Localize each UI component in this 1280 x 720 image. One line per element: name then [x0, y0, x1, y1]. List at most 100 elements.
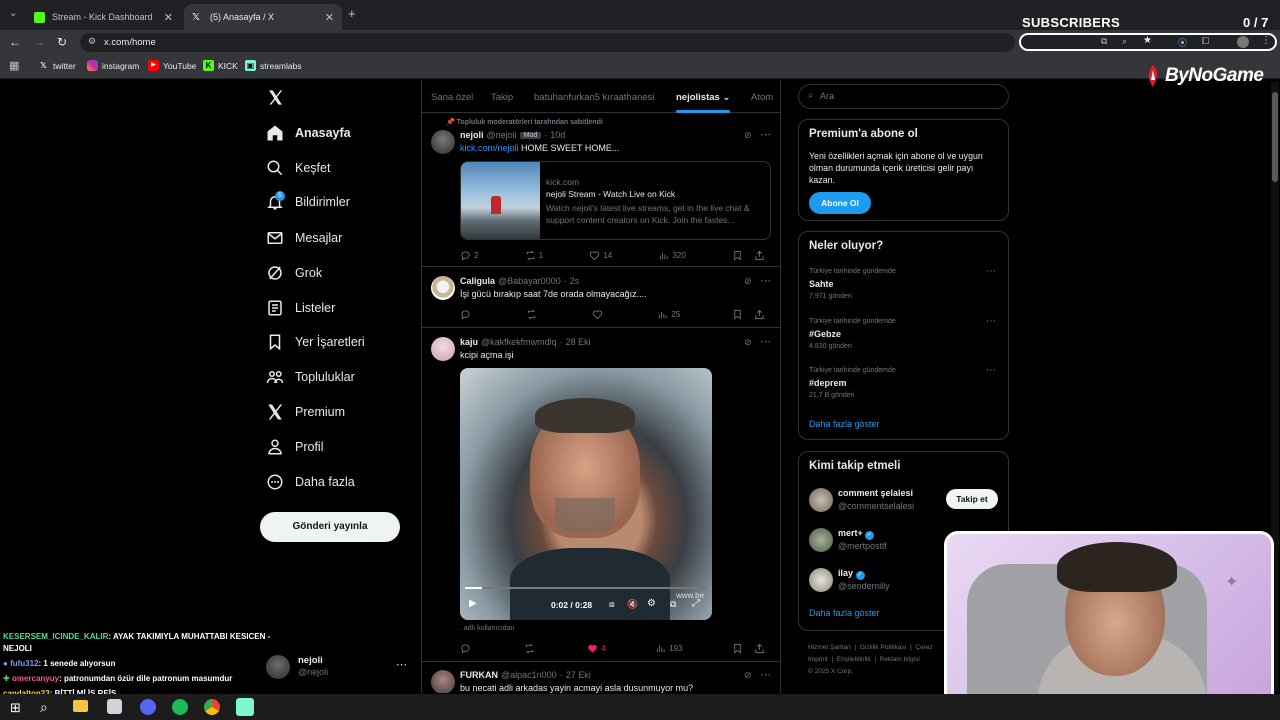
more-dots-icon[interactable]: ⋯: [986, 316, 996, 327]
app-icon[interactable]: [107, 699, 122, 714]
file-explorer-icon[interactable]: [73, 700, 88, 712]
more-dots-icon[interactable]: ⋯: [760, 128, 771, 141]
video-progress-track[interactable]: [465, 587, 707, 589]
avatar[interactable]: [431, 337, 455, 361]
sidebar-item-lists[interactable]: Listeler: [266, 299, 335, 317]
reply-button[interactable]: [460, 643, 474, 654]
share-icon[interactable]: [754, 250, 765, 261]
browser-tab-x[interactable]: 𝕏 (5) Anasayfa / X ✕: [184, 4, 342, 30]
search-input[interactable]: ⌕ Ara: [798, 84, 1009, 109]
follow-suggestion[interactable]: comment şelalesi @commentselalesi Takip …: [799, 484, 1008, 516]
reload-icon[interactable]: ↻: [57, 35, 67, 49]
show-more-link[interactable]: Daha fazla göster: [809, 419, 880, 429]
author-name[interactable]: Caligula: [460, 276, 495, 286]
volume-icon[interactable]: 🔇: [627, 599, 638, 610]
search-icon[interactable]: ⌕: [40, 699, 48, 716]
bookmark-twitter[interactable]: 𝕏twitter: [38, 60, 75, 71]
windows-start-icon[interactable]: ⊞: [10, 700, 21, 716]
fullscreen-icon[interactable]: ⤢: [692, 598, 700, 609]
footer-link[interactable]: Imprint: [808, 656, 828, 663]
sidebar-item-bookmarks[interactable]: Yer İşaretleri: [266, 333, 365, 351]
trend-item[interactable]: Türkiye tarihinde gündemde Sahte 7.971 g…: [799, 266, 1008, 314]
settings-gear-icon[interactable]: ⚙: [647, 598, 656, 609]
avatar[interactable]: [431, 670, 455, 693]
tweet[interactable]: kaju @kakfkekfmwmdlq · 28 Eki ⊘ ⋯ kcipi a…: [422, 328, 780, 662]
tweet[interactable]: FURKAN @alpac1n000 · 27 Eki ⊘ ⋯ bu necati…: [422, 662, 780, 693]
browser-tab-kick[interactable]: Stream - Kick Dashboard ✕: [26, 4, 181, 30]
discord-icon[interactable]: [140, 699, 156, 715]
more-dots-icon[interactable]: ⋯: [760, 274, 771, 287]
tweet[interactable]: Caligula @Babayar0000 · 2s ⊘ ⋯ İşi gücü b…: [422, 267, 780, 328]
more-dots-icon[interactable]: ⋯: [986, 365, 996, 376]
video-player[interactable]: www.be ▶ 0:02 / 0:28 ⧈ 🔇 ⚙ ⧉ ⤢: [460, 368, 712, 620]
pip-icon[interactable]: ⧉: [670, 599, 676, 610]
account-switcher[interactable]: nejoli @nejoli ⋯: [266, 652, 416, 682]
more-dots-icon[interactable]: ⋯: [760, 335, 771, 348]
reply-button[interactable]: 2: [460, 250, 478, 261]
sidebar-item-messages[interactable]: Mesajlar: [266, 229, 342, 247]
views-button[interactable]: 25: [657, 309, 680, 320]
back-icon[interactable]: ←: [9, 35, 21, 49]
grok-icon[interactable]: ⊘: [744, 337, 752, 348]
scrollbar-thumb[interactable]: [1272, 92, 1278, 182]
more-dots-icon[interactable]: ⋯: [396, 658, 407, 671]
grok-icon[interactable]: ⊘: [744, 276, 752, 287]
spotify-icon[interactable]: [172, 699, 188, 715]
follow-button[interactable]: Takip et: [946, 489, 998, 509]
more-dots-icon[interactable]: ⋯: [760, 668, 771, 681]
sidebar-item-home[interactable]: Anasayfa: [266, 124, 351, 142]
share-icon[interactable]: [754, 643, 765, 654]
subscribe-button[interactable]: Abone Ol: [809, 192, 871, 214]
like-button[interactable]: 4: [587, 643, 606, 654]
url-field[interactable]: ⚙ x.com/home: [80, 33, 1015, 52]
grok-icon[interactable]: ⊘: [744, 670, 752, 681]
tab-list-chevron-icon[interactable]: ⌄: [9, 8, 17, 19]
tab-atom[interactable]: Atom: [751, 92, 773, 103]
footer-link[interactable]: Gizlilik Politikası: [860, 644, 907, 651]
more-dots-icon[interactable]: ⋯: [986, 266, 996, 277]
trend-item[interactable]: Türkiye tarihinde gündemde #Gebze 4.830 …: [799, 316, 1008, 364]
bookmark-instagram[interactable]: instagram: [87, 60, 139, 71]
sidebar-item-profile[interactable]: Profil: [266, 438, 323, 456]
repost-button[interactable]: 1: [525, 250, 543, 261]
footer-link[interactable]: Çerez: [915, 644, 932, 651]
reply-button[interactable]: [460, 309, 474, 320]
post-button[interactable]: Gönderi yayınla: [260, 512, 400, 542]
tab-batuhanfurkan5[interactable]: batuhanfurkan5 kıraathanesi: [534, 92, 654, 103]
avatar[interactable]: [431, 130, 455, 154]
tab-following[interactable]: Takip: [491, 92, 513, 103]
sidebar-item-explore[interactable]: Keşfet: [266, 159, 330, 177]
chrome-icon[interactable]: [204, 699, 220, 715]
trend-item[interactable]: Türkiye tarihinde gündemde #deprem 21,7 …: [799, 365, 1008, 413]
link-card[interactable]: kick.com nejoli Stream - Watch Live on K…: [460, 161, 771, 240]
author-name[interactable]: kaju: [460, 337, 478, 347]
like-button[interactable]: [592, 309, 606, 320]
tweet-link[interactable]: kick.com/nejoli: [460, 143, 519, 153]
avatar[interactable]: [431, 276, 455, 300]
close-tab-icon[interactable]: ✕: [325, 11, 334, 24]
like-button[interactable]: 14: [589, 250, 612, 261]
grok-icon[interactable]: ⊘: [744, 130, 752, 141]
video-attribution[interactable]: . adlı kullanıcıdan: [460, 625, 514, 632]
footer-link[interactable]: Hizmet Şartları: [808, 644, 851, 651]
bookmark-kick[interactable]: K KICK: [203, 60, 238, 71]
x-logo-icon[interactable]: [267, 89, 284, 106]
play-icon[interactable]: ▶: [469, 598, 477, 609]
author-name[interactable]: nejoli: [460, 130, 484, 140]
bookmark-youtube[interactable]: ▶ YouTube: [148, 60, 196, 71]
forward-icon[interactable]: →: [33, 35, 45, 49]
close-tab-icon[interactable]: ✕: [164, 11, 173, 24]
repost-button[interactable]: [526, 309, 540, 320]
views-button[interactable]: 193: [655, 643, 682, 654]
bookmark-icon[interactable]: [732, 309, 743, 320]
bookmark-icon[interactable]: [732, 643, 743, 654]
apps-grid-icon[interactable]: ▦: [9, 59, 19, 72]
captions-icon[interactable]: ⧈: [609, 599, 615, 610]
repost-button[interactable]: [524, 643, 538, 654]
bookmark-streamlabs[interactable]: ▣ streamlabs: [245, 60, 302, 71]
views-button[interactable]: 320: [658, 250, 686, 261]
footer-link[interactable]: Erişilebilirlik: [837, 656, 871, 663]
author-name[interactable]: FURKAN: [460, 670, 498, 680]
footer-link[interactable]: Reklam bilgisi: [880, 656, 920, 663]
bookmark-icon[interactable]: [732, 250, 743, 261]
